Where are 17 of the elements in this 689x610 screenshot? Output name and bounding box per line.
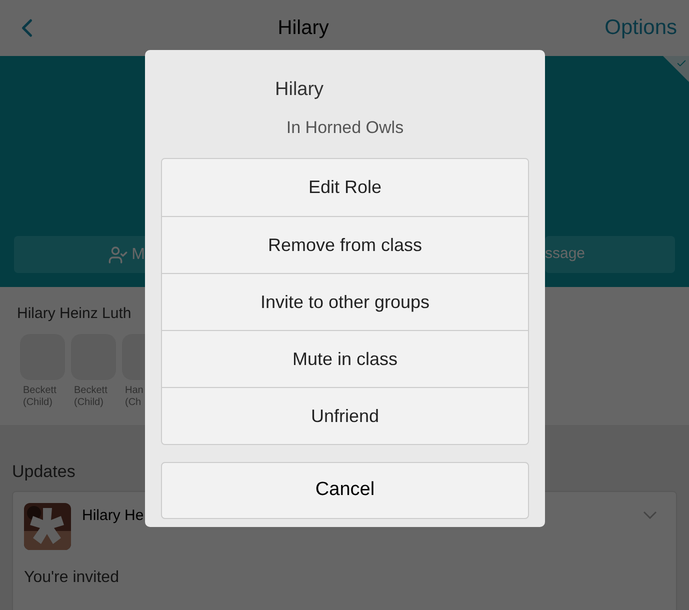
post-text: You're invited [24,568,120,588]
expand-icon[interactable] [643,510,657,518]
family-title: Hilary Heinz Luth [17,304,132,324]
corner-badge [663,56,689,82]
dialog-action[interactable]: Remove from class [162,216,528,273]
dialog-action[interactable]: Unfriend [162,387,528,444]
check-icon [676,58,687,69]
updates-title: Updates [12,461,76,483]
dialog-action[interactable]: Invite to other groups [162,273,528,330]
dialog-action[interactable]: Edit Role [162,159,528,216]
post-author: Hilary He [82,506,144,526]
cancel-button[interactable]: Cancel [161,462,529,519]
dialog-subtitle: In Horned Owls [285,116,405,138]
user-check-icon [108,244,128,264]
dialog-title: Hilary [275,78,325,102]
page-title: Hilary [278,16,329,41]
dialog-action[interactable]: Mute in class [162,330,528,387]
